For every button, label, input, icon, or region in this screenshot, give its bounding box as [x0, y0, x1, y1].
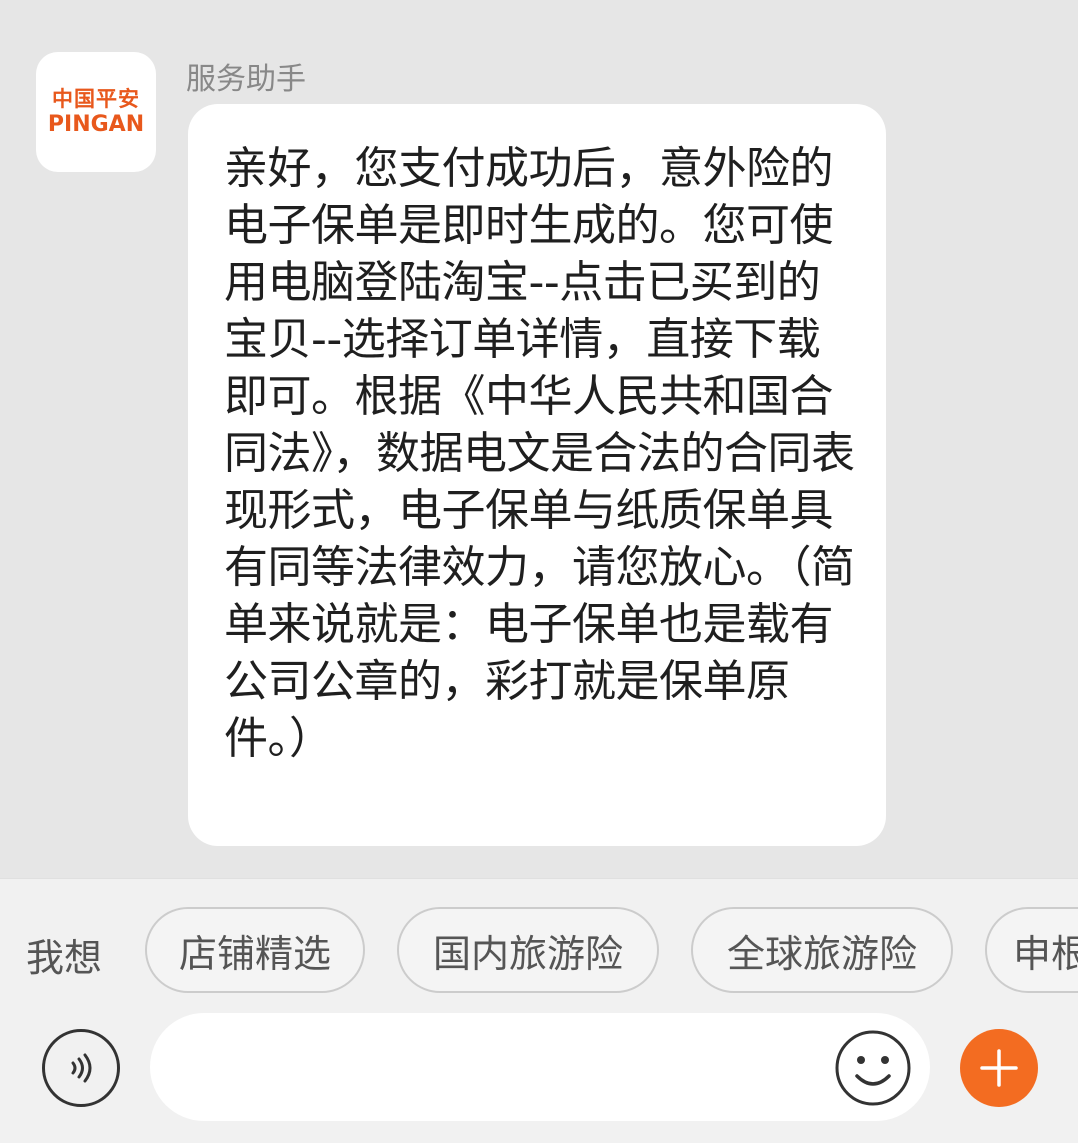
quick-reply-chip[interactable]: 国内旅游险 [397, 907, 659, 993]
sender-name: 服务助手 [186, 62, 306, 97]
message-input[interactable] [150, 1013, 930, 1121]
avatar-logo-cn: 中国平安 [52, 87, 140, 111]
avatar-logo-en: PINGAN [47, 112, 145, 137]
quick-reply-chip[interactable]: 申根 [985, 907, 1078, 993]
message-bubble[interactable]: 亲好，您支付成功后，意外险的电子保单是即时生成的。您可使用电脑登陆淘宝--点击已… [188, 104, 886, 846]
plus-button[interactable] [960, 1029, 1038, 1107]
emoji-button[interactable] [833, 1028, 913, 1108]
input-row [0, 1013, 1078, 1123]
voice-button[interactable] [42, 1029, 120, 1107]
quick-reply-chip[interactable]: 店铺精选 [145, 907, 365, 993]
message-text: 亲好，您支付成功后，意外险的电子保单是即时生成的。您可使用电脑登陆淘宝--点击已… [224, 143, 855, 764]
emoji-icon [835, 1030, 911, 1106]
avatar[interactable]: 中国平安 PINGAN [36, 52, 156, 172]
bottom-panel: 我想 店铺精选 国内旅游险 全球旅游险 申根 [0, 878, 1078, 1143]
voice-icon [71, 1053, 92, 1083]
quick-replies-label: 我想 [26, 936, 103, 980]
plus-icon [980, 1049, 1018, 1087]
quick-reply-chip[interactable]: 全球旅游险 [691, 907, 953, 993]
quick-replies-row: 我想 店铺精选 国内旅游险 全球旅游险 申根 [0, 907, 1078, 993]
chat-area: 中国平安 PINGAN 服务助手 亲好，您支付成功后，意外险的电子保单是即时生成… [0, 0, 1078, 878]
